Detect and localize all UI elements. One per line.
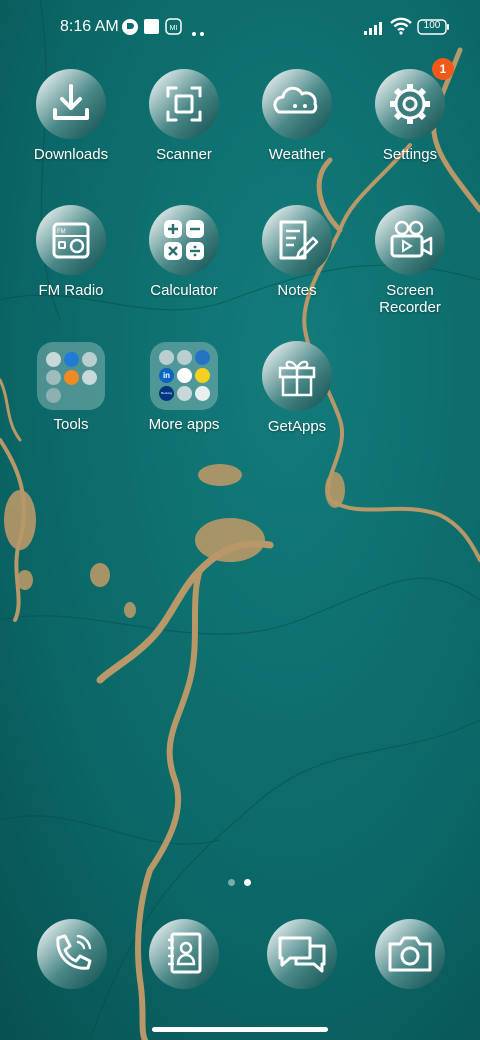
home-gesture-bar[interactable] [152, 1027, 328, 1032]
download-icon [35, 68, 107, 140]
dock-phone[interactable] [36, 918, 108, 990]
dock-messages[interactable] [266, 918, 338, 990]
app-weather[interactable]: Weather [241, 68, 353, 163]
more-notifications-icon [191, 24, 205, 42]
folder-tools[interactable]: Tools [15, 340, 127, 433]
notification-badge: 1 [432, 58, 454, 80]
app-scanner[interactable]: Scanner [128, 68, 240, 163]
dock-camera[interactable] [374, 918, 446, 990]
phone-icon [37, 919, 107, 989]
app-label: Tools [53, 416, 89, 433]
app-settings[interactable]: 1 Settings [354, 58, 466, 163]
app-label: Settings [382, 146, 438, 163]
app-label: Downloads [33, 146, 109, 163]
app-label: Screen Recorder [379, 282, 441, 316]
booking-mini-icon: Booking [159, 386, 174, 401]
scanner-icon [148, 68, 220, 140]
folder-icon: in Booking [150, 342, 218, 410]
screen-recorder-icon [374, 204, 446, 276]
app-label: GetApps [267, 418, 327, 435]
folder-icon [37, 342, 105, 410]
page-dot-active[interactable] [244, 879, 251, 886]
gear-icon: 1 [374, 58, 454, 140]
messages-icon [267, 919, 337, 989]
contacts-icon [149, 919, 219, 989]
app-label: FM Radio [38, 282, 104, 299]
dock-contacts[interactable] [148, 918, 220, 990]
battery-level: 100 [423, 20, 441, 31]
app-label: More apps [148, 416, 220, 433]
svg-text:FM: FM [57, 229, 66, 235]
app-fm-radio[interactable]: FM FM Radio [15, 204, 127, 299]
app-screen-recorder[interactable]: Screen Recorder [354, 204, 466, 316]
wifi-icon [390, 17, 412, 40]
weather-icon [261, 68, 333, 140]
app-downloads[interactable]: Downloads [15, 68, 127, 163]
app-label: Weather [268, 146, 326, 163]
radio-icon: FM [35, 204, 107, 276]
vpn-icon [121, 18, 139, 41]
mi-icon: MI [165, 18, 182, 40]
gift-icon [261, 340, 333, 412]
app-label: Notes [277, 282, 317, 299]
app-label: Calculator [150, 282, 218, 299]
folder-more-apps[interactable]: in Booking More apps [128, 340, 240, 433]
status-time: 8:16 AM [60, 18, 119, 35]
app-getapps[interactable]: GetApps [241, 340, 353, 435]
status-bar: 8:16 AM MI 100 [0, 0, 480, 56]
app-calculator[interactable]: Calculator [128, 204, 240, 299]
battery-icon: 100 [417, 19, 450, 35]
notification-square-icon [143, 18, 160, 40]
page-dot[interactable] [228, 879, 235, 886]
app-notes[interactable]: Notes [241, 204, 353, 299]
camera-icon [375, 919, 445, 989]
calculator-icon [148, 204, 220, 276]
notes-icon [261, 204, 333, 276]
app-label: Scanner [156, 146, 212, 163]
signal-icon [364, 20, 386, 40]
svg-text:MI: MI [170, 25, 178, 32]
linkedin-mini-icon: in [159, 368, 174, 383]
